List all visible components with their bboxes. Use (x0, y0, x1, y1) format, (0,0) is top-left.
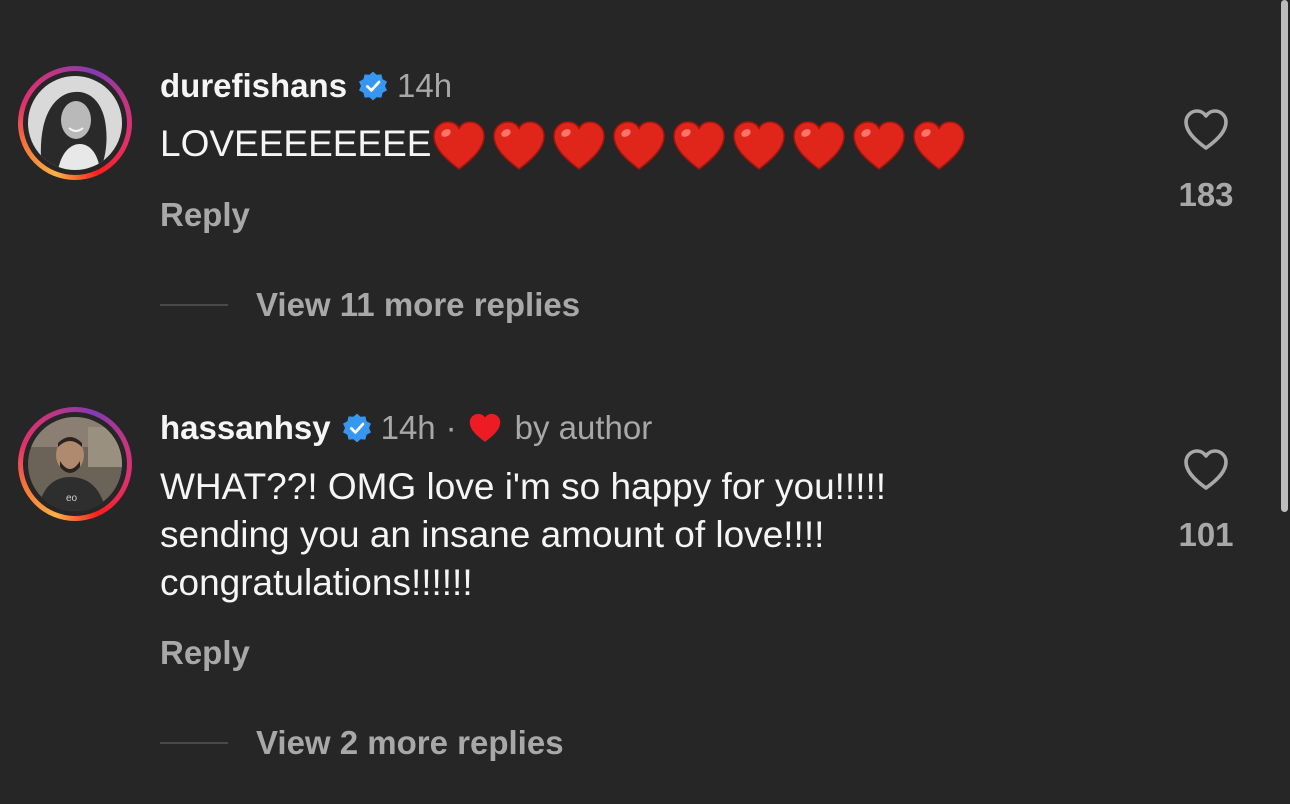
timestamp: 14h (380, 409, 436, 446)
comment-text-line: WHAT??! OMG love i'm so happy for you!!!… (160, 466, 887, 507)
username[interactable]: hassanhsy (160, 409, 331, 447)
avatar: eo (28, 417, 122, 511)
verified-badge-icon (342, 413, 371, 443)
comment-text-line: sending you an insane amount of love!!!! (160, 514, 825, 555)
divider (160, 742, 228, 744)
view-more-replies[interactable]: View 2 more replies (160, 724, 564, 762)
red-heart-icon (469, 413, 500, 442)
separator-dot: · (445, 409, 457, 446)
like-control: 101 (1170, 448, 1242, 554)
like-count: 101 (1178, 516, 1234, 553)
comment-hassanhsy: eo hassanhsy 14h · by author WHAT??! OMG… (0, 0, 1270, 804)
comment-header: hassanhsy 14h · by author (160, 406, 652, 450)
scrollbar-thumb[interactable] (1281, 0, 1288, 512)
svg-text:eo: eo (66, 493, 78, 504)
reply-button[interactable]: Reply (160, 634, 250, 672)
heart-outline-icon[interactable] (1182, 448, 1230, 492)
comment-text: WHAT??! OMG love i'm so happy for you!!!… (160, 463, 1160, 607)
view-more-replies-label: View 2 more replies (256, 724, 564, 761)
scrollbar[interactable] (1278, 0, 1290, 804)
liked-by-author-label: by author (514, 409, 653, 446)
avatar-story-ring[interactable]: eo (18, 407, 132, 521)
comment-text-line: congratulations!!!!!! (160, 562, 473, 603)
